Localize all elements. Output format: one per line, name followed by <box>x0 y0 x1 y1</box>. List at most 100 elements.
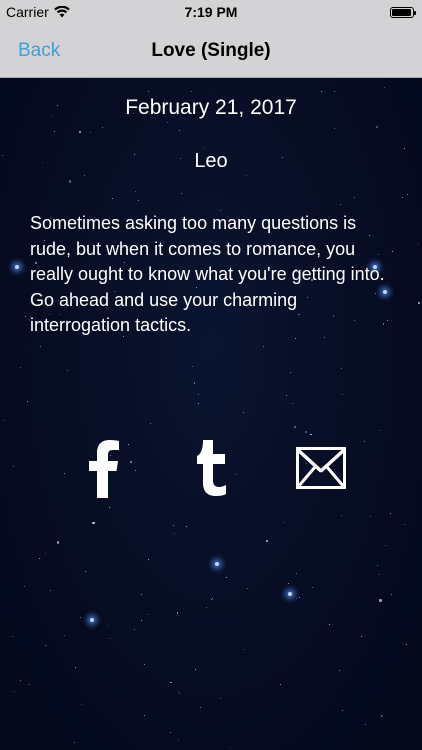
star <box>246 587 248 589</box>
star <box>219 698 221 700</box>
star <box>295 597 298 600</box>
starfield-background <box>0 78 422 750</box>
star <box>56 541 60 544</box>
star <box>304 430 307 433</box>
star <box>181 193 183 194</box>
star <box>360 635 362 637</box>
star <box>140 619 142 621</box>
star <box>229 746 231 748</box>
star <box>144 664 146 666</box>
star <box>333 91 335 93</box>
star <box>197 394 199 396</box>
bright-star <box>15 265 19 269</box>
star <box>417 243 419 245</box>
zodiac-sign: Leo <box>194 150 228 172</box>
bright-star <box>90 618 94 622</box>
star <box>148 613 150 615</box>
star <box>83 175 85 177</box>
star <box>178 738 180 740</box>
star <box>402 196 404 198</box>
star <box>353 197 355 199</box>
star <box>28 683 30 685</box>
star <box>339 203 341 205</box>
star <box>197 402 199 404</box>
star <box>340 514 342 516</box>
star <box>312 587 314 589</box>
star <box>176 612 179 614</box>
facebook-icon[interactable] <box>88 440 120 498</box>
star <box>133 628 135 630</box>
star <box>225 576 227 578</box>
star <box>262 345 264 347</box>
star <box>404 524 406 526</box>
star <box>378 574 380 576</box>
star <box>138 200 140 202</box>
bright-star <box>215 562 219 566</box>
star <box>379 430 381 432</box>
star <box>191 366 193 368</box>
page-title: Love (Single) <box>151 40 271 61</box>
star <box>85 570 87 572</box>
star <box>376 125 378 128</box>
star <box>172 524 174 526</box>
star <box>141 593 143 595</box>
star <box>134 191 136 193</box>
star <box>185 525 187 527</box>
star <box>376 564 378 566</box>
star <box>74 741 76 743</box>
star <box>66 369 68 371</box>
star <box>108 507 110 509</box>
star <box>328 623 330 625</box>
horoscope-date: February 21, 2017 <box>125 96 297 119</box>
star <box>418 301 420 304</box>
star <box>298 596 300 598</box>
star <box>212 597 214 599</box>
star <box>235 473 237 475</box>
mail-icon[interactable] <box>296 447 346 489</box>
horoscope-text: Sometimes asking too many questions is r… <box>30 213 385 335</box>
star <box>167 121 169 123</box>
star <box>63 634 65 636</box>
star <box>385 544 387 546</box>
star <box>321 91 323 93</box>
star <box>45 644 47 646</box>
star <box>244 649 246 651</box>
star <box>64 473 66 475</box>
navigation-bar: Back Love (Single) <box>0 26 422 78</box>
star <box>54 130 56 132</box>
star <box>200 706 202 708</box>
star <box>148 90 150 92</box>
star <box>170 681 172 684</box>
star <box>49 590 51 592</box>
star <box>389 512 391 514</box>
star <box>280 684 282 686</box>
star <box>109 638 111 640</box>
star <box>290 371 291 373</box>
star <box>291 402 293 404</box>
star <box>380 714 384 718</box>
star <box>341 368 343 370</box>
star <box>383 86 386 89</box>
star <box>334 127 336 129</box>
star <box>23 585 25 587</box>
star <box>193 382 196 384</box>
star <box>178 129 180 131</box>
battery-icon <box>390 7 416 18</box>
star <box>150 422 152 424</box>
star <box>12 636 14 638</box>
star <box>190 91 192 93</box>
star <box>342 394 344 396</box>
star <box>13 465 15 467</box>
star <box>39 345 41 347</box>
star <box>369 516 371 518</box>
star <box>143 714 145 716</box>
status-time: 7:19 PM <box>184 4 238 20</box>
app-screen: Carrier 7:19 PM Back Love (Single) Febru… <box>0 0 422 750</box>
star <box>111 197 113 199</box>
star <box>20 679 22 681</box>
star <box>285 395 287 397</box>
star <box>68 180 72 183</box>
star <box>24 315 26 317</box>
star <box>147 559 149 561</box>
tumblr-icon[interactable] <box>196 440 228 496</box>
